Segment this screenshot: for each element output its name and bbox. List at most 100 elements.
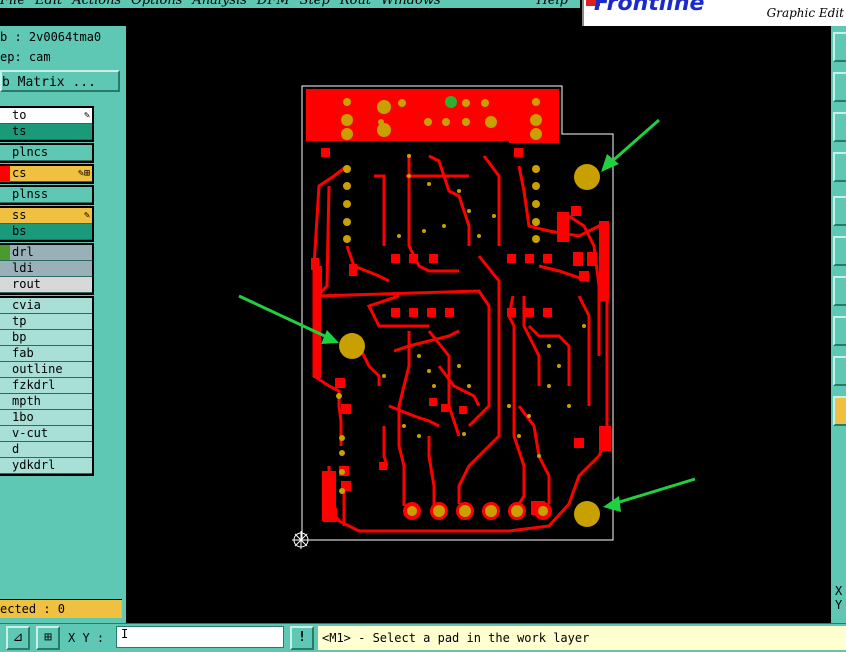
layer-label: ydkdrl	[12, 458, 56, 472]
menu-item-windows[interactable]: Windows	[381, 0, 441, 8]
brand-logo: Frontline	[594, 0, 705, 16]
graphic-canvas[interactable]	[129, 26, 831, 623]
layer-ts[interactable]: ts	[0, 124, 92, 140]
menu-item-step[interactable]: Step	[300, 0, 330, 8]
layer-label: rout	[12, 277, 41, 291]
menu-item-dfm[interactable]: DFM	[257, 0, 290, 8]
selected-count: ected : 0	[0, 599, 122, 618]
measure-tool-button[interactable]	[833, 236, 846, 266]
layer-label: fzkdrl	[12, 378, 56, 392]
coords-readout: X Y	[835, 584, 842, 612]
view-tool-button[interactable]	[833, 152, 846, 182]
layer-label: outline	[12, 362, 63, 376]
layer-panel: b : 2v0064tma0 ep: cam b Matrix ... to ✎ t…	[0, 26, 129, 623]
highlight-tool-button[interactable]	[833, 316, 846, 346]
through-hole-rings	[403, 502, 552, 520]
layer-fab[interactable]: fab	[0, 346, 92, 362]
snap-tool-button[interactable]	[833, 196, 846, 226]
layer-group: plnss	[0, 185, 94, 205]
menu-item-file[interactable]: File	[0, 0, 25, 8]
layer-label: ldi	[12, 261, 34, 275]
green-pad	[445, 96, 457, 108]
layer-label: v-cut	[12, 426, 49, 440]
layer-d[interactable]: d	[0, 442, 92, 458]
layer-drl[interactable]: drl	[0, 245, 92, 261]
alert-icon[interactable]: !	[290, 626, 314, 650]
layer-to[interactable]: to ✎	[0, 108, 92, 124]
menu-item-edit[interactable]: Edit	[35, 0, 62, 8]
job-name: b : 2v0064tma0	[0, 30, 122, 46]
menu-item-actions[interactable]: Actions	[72, 0, 121, 8]
layer-bs[interactable]: bs	[0, 224, 92, 240]
fit-tool-button[interactable]	[833, 112, 846, 142]
layer-group: ss ✎ bs	[0, 206, 94, 242]
layer-cs[interactable]: cs ✎⊞	[0, 166, 92, 182]
xy-label: X Y :	[68, 631, 105, 645]
layer-ldi[interactable]: ldi	[0, 261, 92, 277]
origin-marker-icon	[292, 531, 310, 549]
x-label: X	[835, 584, 843, 598]
smd-pads	[311, 206, 597, 522]
menu-item-analysis[interactable]: Analysis	[192, 0, 247, 8]
fiducial-left	[339, 333, 365, 359]
layer-label: bs	[12, 224, 27, 238]
layer-label: plncs	[12, 145, 49, 159]
y-label: Y	[835, 598, 843, 612]
layer-label: d	[12, 442, 20, 456]
layer-cvia[interactable]: cvia	[0, 298, 92, 314]
pcb-view[interactable]	[129, 26, 831, 623]
layer-rout[interactable]: rout	[0, 277, 92, 293]
layer-label: fab	[12, 346, 34, 360]
annotation-arrows	[238, 118, 696, 512]
copper-polygons	[313, 212, 611, 521]
layer-group: cvia tp bp fab outline fzkdrl mpth 1bo v-cut d ydk…	[0, 296, 94, 476]
brand-banner: Frontline Graphic Edit	[582, 0, 846, 26]
layer-group: cs ✎⊞	[0, 164, 94, 184]
select-tool-button[interactable]	[833, 276, 846, 306]
layer-group: drl ldi rout	[0, 243, 94, 295]
layer-1bo[interactable]: 1bo	[0, 410, 92, 426]
layer-plnss[interactable]: plnss	[0, 187, 92, 203]
menu-item-options[interactable]: Options	[131, 0, 182, 8]
layer-label: to	[12, 108, 27, 122]
grid-icon[interactable]: ⊞	[36, 626, 60, 650]
layer-plncs[interactable]: plncs	[0, 145, 92, 161]
small-pads	[336, 165, 548, 517]
menu-item-rout[interactable]: Rout	[340, 0, 371, 8]
mark-tool-button[interactable]	[833, 356, 846, 386]
layer-color-swatch	[0, 166, 10, 181]
pan-tool-button[interactable]	[833, 72, 846, 102]
matrix-button[interactable]: b Matrix ...	[0, 70, 120, 92]
edit-icon: ✎	[83, 210, 90, 221]
layer-fzkdrl[interactable]: fzkdrl	[0, 378, 92, 394]
menu-items: File Edit Actions Options Analysis DFM Step Rou…	[0, 0, 451, 8]
bottom-bar: ⊿ ⊞ X Y : I ! <M1> - Select a pad in the…	[0, 623, 846, 652]
menubar: File Edit Actions Options Analysis DFM Step Rou…	[0, 0, 580, 8]
layer-mpth[interactable]: mpth	[0, 394, 92, 410]
fiducial-top-right	[574, 164, 600, 190]
layer-group: plncs	[0, 143, 94, 163]
layer-label: bp	[12, 330, 27, 344]
layer-label: mpth	[12, 394, 41, 408]
layer-label: 1bo	[12, 410, 34, 424]
layer-ss[interactable]: ss ✎	[0, 208, 92, 224]
layer-label: plnss	[12, 187, 49, 201]
layer-outline[interactable]: outline	[0, 362, 92, 378]
layer-bp[interactable]: bp	[0, 330, 92, 346]
xy-input[interactable]: I	[116, 626, 284, 648]
layer-label: drl	[12, 245, 34, 259]
active-tool-button[interactable]	[833, 396, 846, 426]
status-message: <M1> - Select a pad in the work layer	[318, 626, 846, 650]
layer-label: ts	[12, 124, 27, 138]
brand-subtitle: Graphic Edit	[766, 6, 844, 20]
zoom-tool-button[interactable]	[833, 32, 846, 62]
measure-icon[interactable]: ⊿	[6, 626, 30, 650]
layer-tp[interactable]: tp	[0, 314, 92, 330]
right-toolbar: X Y	[831, 26, 846, 623]
layer-ydkdrl[interactable]: ydkdrl	[0, 458, 92, 474]
layer-color-swatch	[0, 245, 10, 260]
layer-label: cs	[12, 166, 27, 180]
layer-v-cut[interactable]: v-cut	[0, 426, 92, 442]
menu-help[interactable]: Help	[536, 0, 568, 8]
edit-icon: ✎⊞	[77, 168, 90, 179]
